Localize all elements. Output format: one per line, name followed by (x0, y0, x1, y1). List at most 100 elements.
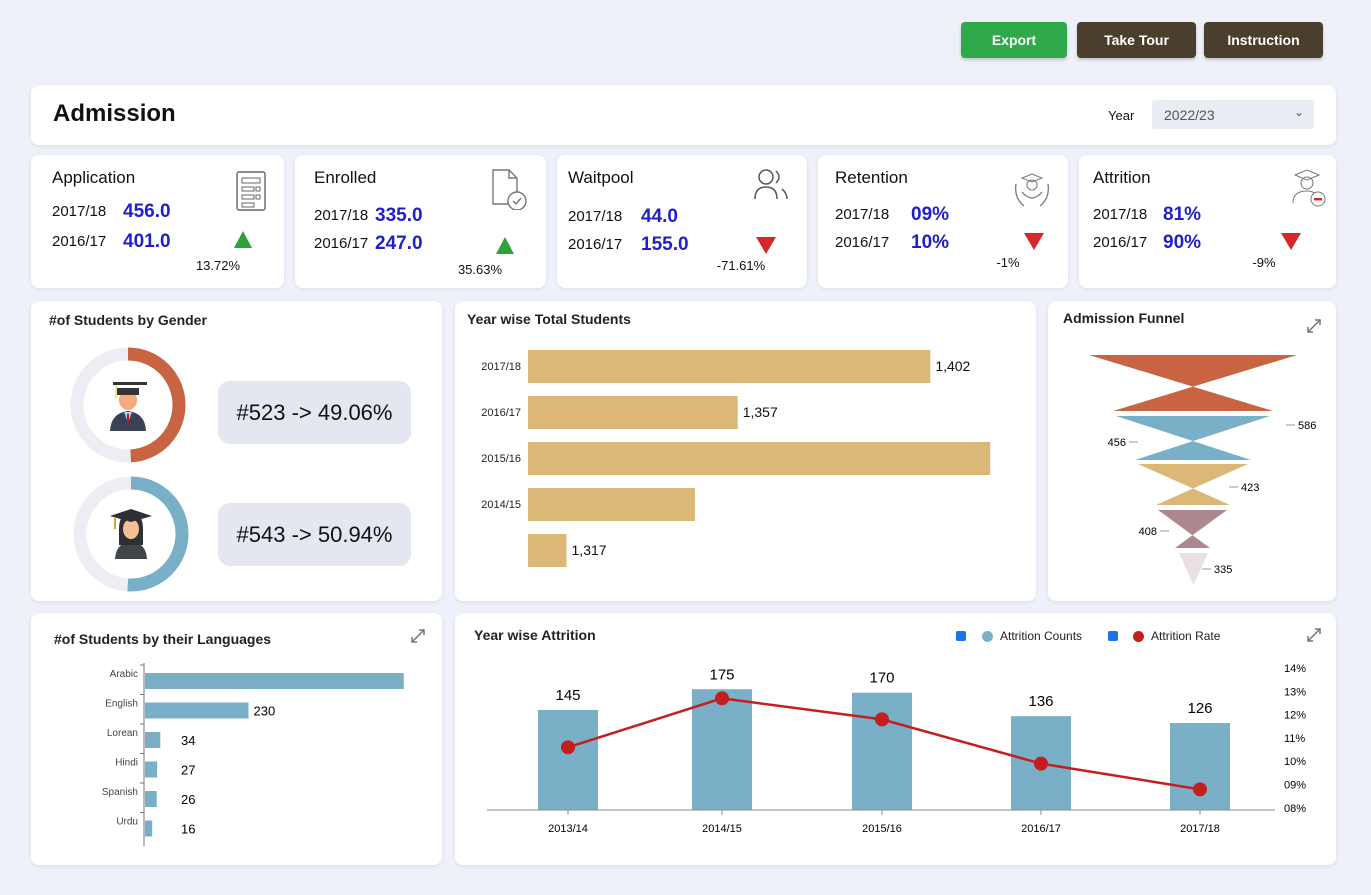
y2-tick-label: 14% (1284, 663, 1306, 675)
kpi-change: -9% (1252, 255, 1276, 270)
page-title: Admission (53, 100, 176, 127)
category-label: 2015/16 (481, 453, 521, 465)
kpi-value: 44.0 (641, 206, 678, 227)
bar-arabic (145, 673, 404, 689)
rate-point-2016/17 (1034, 756, 1048, 771)
y2-tick-label: 09% (1284, 780, 1306, 792)
kpi-year: 2017/18 (835, 206, 890, 223)
kpi-card-application: Application 2017/18 456.0 2016/17 401.0 1… (31, 155, 284, 288)
category-label: English (105, 699, 138, 710)
funnel-chart: 586 456 423 408 335 (1089, 355, 1316, 585)
kpi-change: -1% (996, 255, 1020, 270)
bar-unlabeled (528, 534, 567, 567)
bar-value-label: 170 (869, 670, 894, 687)
bar-value-label: 126 (1187, 700, 1212, 717)
trend-up-icon (234, 231, 252, 248)
kpi-value: 155.0 (641, 234, 689, 255)
x-tick-label: 2014/15 (702, 823, 742, 835)
kpi-title: Retention (835, 168, 908, 187)
form-icon (236, 171, 266, 211)
kpi-value: 81% (1163, 204, 1202, 225)
funnel-label: 423 (1241, 482, 1259, 494)
y2-tick-label: 11% (1284, 733, 1305, 745)
bar-2016/17 (528, 396, 738, 429)
category-label: Arabic (110, 669, 138, 680)
kpi-change: -71.61% (716, 258, 766, 273)
funnel-stage-3 (1138, 464, 1248, 505)
bar-2017/18 (1170, 723, 1230, 810)
kpi-year: 2016/17 (314, 235, 369, 252)
take-tour-button[interactable]: Take Tour (1077, 22, 1196, 58)
kpi-card-retention: Retention 2017/18 09% 2016/17 10% -1% (818, 155, 1068, 288)
chevron-down-icon: ⌄ (1293, 105, 1304, 119)
kpi-card-enrolled: Enrolled 2017/18 335.0 2016/17 247.0 35.6… (295, 155, 546, 288)
trend-up-icon (496, 237, 514, 254)
users-icon (754, 169, 788, 200)
x-tick-label: 2015/16 (862, 823, 902, 835)
kpi-value: 335.0 (375, 205, 423, 226)
x-tick-label: 2016/17 (1021, 823, 1061, 835)
bar-lorean (145, 732, 161, 748)
male-count-badge: #523 -> 49.06% (218, 381, 411, 444)
kpi-value: 09% (911, 204, 950, 225)
instruction-button[interactable]: Instruction (1204, 22, 1323, 58)
x-tick-label: 2017/18 (1180, 823, 1220, 835)
category-label: Lorean (107, 728, 138, 739)
attrition-chart: 145 2013/14 175 2014/15 170 2015/16 136 2016/17… (487, 663, 1306, 835)
data-label: 1,402 (935, 358, 970, 374)
languages-chart: Arabic English 230 Lorean 34 Hindi 27 Spanish 26… (102, 663, 404, 846)
kpi-title: Enrolled (314, 168, 377, 187)
kpi-title: Application (52, 168, 136, 187)
export-button[interactable]: Export (961, 22, 1067, 58)
kpi-year: 2016/17 (52, 233, 107, 250)
kpi-year: 2017/18 (52, 203, 107, 220)
kpi-card-waitpool: Waitpool 2017/18 44.0 2016/17 155.0 -71.6… (557, 155, 807, 288)
data-label: 1,357 (743, 404, 778, 420)
bar-2013/14 (538, 709, 598, 810)
year-label: Year (1108, 108, 1135, 123)
y2-tick-label: 08% (1284, 803, 1306, 815)
kpi-title: Waitpool (568, 168, 634, 187)
bar-urdu (145, 820, 153, 837)
funnel-label: 408 (1139, 526, 1157, 538)
attrition-panel: Year wise Attrition Attrition Counts Att… (455, 613, 1336, 865)
bar-value-label: 175 (709, 666, 734, 683)
bar-2015/16 (528, 442, 991, 475)
rate-point-2014/15 (715, 691, 729, 706)
category-label: Spanish (102, 787, 138, 798)
trend-down-icon (1281, 233, 1301, 250)
kpi-value: 90% (1163, 232, 1202, 253)
category-label: Hindi (115, 758, 138, 769)
data-label: 26 (181, 792, 195, 807)
funnel-stage-2 (1116, 416, 1270, 460)
male-graduate-icon (110, 382, 147, 431)
data-label: 16 (181, 822, 195, 837)
category-label: Urdu (116, 817, 138, 828)
document-check-icon (492, 169, 527, 210)
kpi-year: 2016/17 (1093, 234, 1148, 251)
kpi-year: 2016/17 (568, 236, 623, 253)
data-label: 34 (181, 733, 195, 748)
data-label: 230 (254, 704, 276, 719)
year-totals-panel: Year wise Total Students 2017/18 1,402 201… (455, 301, 1036, 601)
bar-spanish (145, 791, 157, 807)
data-label: 27 (181, 763, 195, 778)
languages-panel: #of Students by their Languages Arabic En… (31, 613, 442, 865)
funnel-panel: Admission Funnel 586 456 423 408 335 (1048, 301, 1336, 601)
category-label: 2016/17 (481, 407, 521, 419)
bar-value-label: 145 (555, 687, 580, 704)
data-label: 1,317 (572, 542, 607, 558)
kpi-change: 35.63% (457, 262, 503, 277)
bar-value-label: 136 (1028, 693, 1053, 710)
bar-2017/18 (528, 350, 931, 383)
y2-tick-label: 13% (1284, 686, 1306, 698)
year-select[interactable]: 2022/23 ⌄ (1152, 100, 1314, 129)
kpi-value: 247.0 (375, 233, 423, 254)
kpi-value: 10% (911, 232, 950, 253)
kpi-change: 13.72% (195, 258, 241, 273)
y2-tick-label: 10% (1284, 756, 1306, 768)
kpi-year: 2017/18 (568, 208, 623, 225)
kpi-value: 401.0 (123, 231, 171, 252)
kpi-year: 2017/18 (314, 207, 369, 224)
x-tick-label: 2013/14 (548, 823, 588, 835)
